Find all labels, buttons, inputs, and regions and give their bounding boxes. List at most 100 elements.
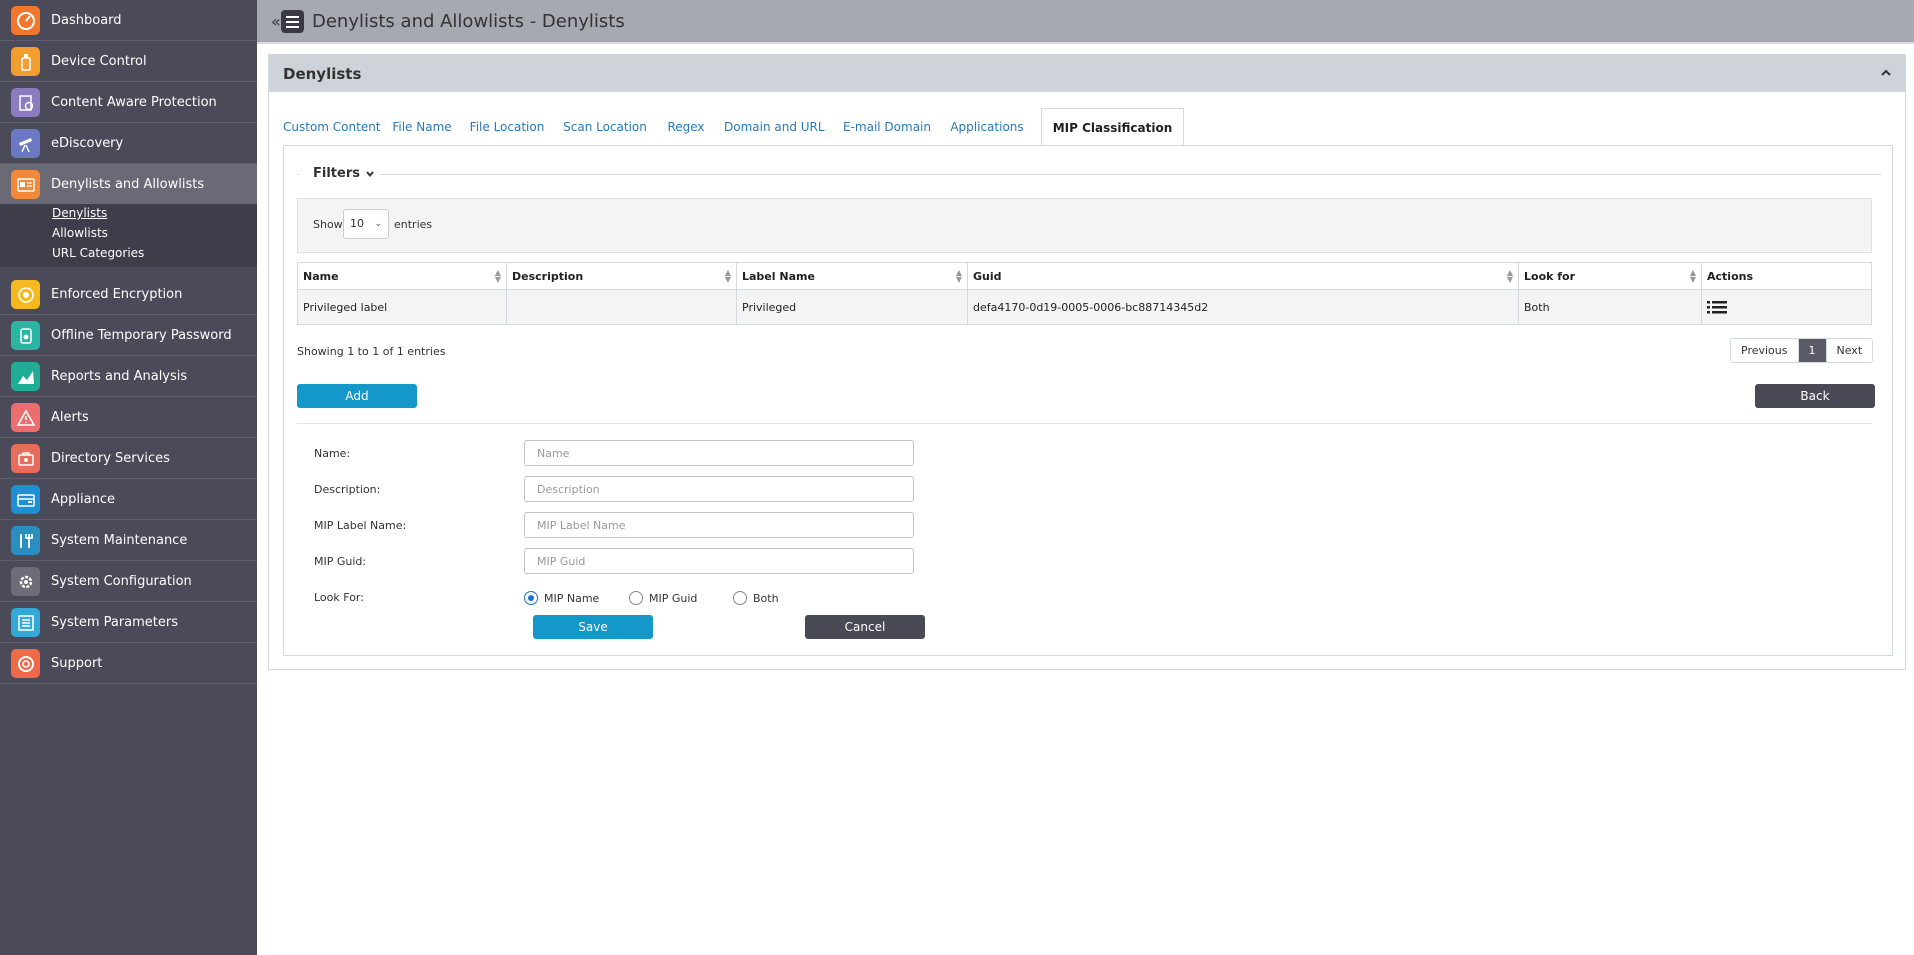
tab-applications[interactable]: Applications <box>950 108 1024 146</box>
sidebar-item-content-aware-protection[interactable]: Content Aware Protection <box>0 82 257 123</box>
usb-icon <box>11 47 40 76</box>
column-header-label-name[interactable]: Label Name ▲ ▼ <box>736 262 968 290</box>
page-title: Denylists and Allowlists - Denylists <box>312 11 625 32</box>
sort-icon: ▲ ▼ <box>955 268 962 284</box>
sidebar-item-ediscovery[interactable]: eDiscovery <box>0 123 257 164</box>
pagination-next[interactable]: Next <box>1826 339 1873 362</box>
sidebar-item-directory-services[interactable]: Directory Services <box>0 438 257 479</box>
mip-label-name-input[interactable] <box>524 512 914 538</box>
sort-icon: ▲ ▼ <box>1689 268 1696 284</box>
panel-header: Denylists <box>269 55 1905 92</box>
tab-email-domain[interactable]: E-mail Domain <box>841 108 933 146</box>
filters-toggle[interactable]: Filters <box>299 166 380 181</box>
sidebar-item-dashboard[interactable]: Dashboard <box>0 0 257 41</box>
radio-dot <box>524 591 538 605</box>
chevron-down-icon <box>365 170 374 177</box>
column-label: Look for <box>1524 269 1576 283</box>
table-header-row: Name ▲ ▼ Description ▲ ▼ Label Name ▲ ▼ Guid ▲ ▼… <box>297 262 1872 290</box>
page-header: « Denylists and Allowlists - Denylists <box>257 0 1914 44</box>
parameters-icon <box>11 608 40 637</box>
tab-file-location[interactable]: File Location <box>469 108 545 146</box>
pagination-page-1[interactable]: 1 <box>1798 339 1827 362</box>
sidebar-item-system-parameters[interactable]: System Parameters <box>0 602 257 643</box>
look-for-radio-both[interactable]: Both <box>733 591 779 605</box>
description-input[interactable] <box>524 476 914 502</box>
subnav-item-url-categories[interactable]: URL Categories <box>52 246 144 260</box>
actions-menu-icon[interactable] <box>1707 300 1727 314</box>
alert-icon <box>11 403 40 432</box>
sidebar-item-enforced-encryption[interactable]: Enforced Encryption <box>0 274 257 315</box>
collapse-sidebar-icon[interactable]: « <box>271 12 281 31</box>
menu-icon[interactable] <box>281 10 304 33</box>
look-for-radio-mip-guid[interactable]: MIP Guid <box>629 591 697 605</box>
cell-actions <box>1701 289 1872 325</box>
name-label: Name: <box>314 447 351 460</box>
mip-guid-label: MIP Guid: <box>314 555 367 568</box>
sidebar-item-offline-temporary-password[interactable]: Offline Temporary Password <box>0 315 257 356</box>
add-button[interactable]: Add <box>297 384 417 408</box>
form-divider <box>297 423 1872 424</box>
content-protection-icon <box>11 88 40 117</box>
sidebar-item-support[interactable]: Support <box>0 643 257 684</box>
cell-name: Privileged label <box>297 289 507 325</box>
back-button[interactable]: Back <box>1755 384 1875 408</box>
tab-regex[interactable]: Regex <box>665 108 707 146</box>
sort-icon: ▲ ▼ <box>494 268 501 284</box>
tab-file-name[interactable]: File Name <box>392 108 452 146</box>
sidebar-item-label: Dashboard <box>51 12 122 28</box>
sidebar-item-label: Support <box>51 655 103 671</box>
pagination-previous[interactable]: Previous <box>1731 339 1799 362</box>
column-label: Actions <box>1707 269 1753 283</box>
sidebar-item-label: Denylists and Allowlists <box>51 176 205 192</box>
show-label: Show <box>313 218 343 231</box>
sidebar-item-label: Content Aware Protection <box>51 94 217 110</box>
tab-domain-and-url[interactable]: Domain and URL <box>724 108 825 146</box>
filters-box: Show 10 ⌄ entries <box>297 198 1872 253</box>
column-label: Name <box>303 269 339 283</box>
sidebar-item-appliance[interactable]: Appliance <box>0 479 257 520</box>
radio-label: Both <box>753 591 779 605</box>
column-header-guid[interactable]: Guid ▲ ▼ <box>967 262 1519 290</box>
gear-icon <box>11 567 40 596</box>
cell-look-for: Both <box>1518 289 1702 325</box>
sidebar-item-system-configuration[interactable]: System Configuration <box>0 561 257 602</box>
tab-mip-classification[interactable]: MIP Classification <box>1041 108 1184 146</box>
cancel-button[interactable]: Cancel <box>805 615 925 639</box>
cell-description <box>506 289 737 325</box>
sidebar-item-label: Appliance <box>51 491 115 507</box>
password-icon <box>11 321 40 350</box>
sidebar-subnav: Denylists Allowlists URL Categories <box>0 204 257 267</box>
sidebar-item-alerts[interactable]: Alerts <box>0 397 257 438</box>
appliance-icon <box>11 485 40 514</box>
sort-icon: ▲ ▼ <box>1506 268 1513 284</box>
column-header-name[interactable]: Name ▲ ▼ <box>297 262 507 290</box>
sidebar-item-system-maintenance[interactable]: System Maintenance <box>0 520 257 561</box>
column-header-look-for[interactable]: Look for ▲ ▼ <box>1518 262 1702 290</box>
subnav-item-denylists[interactable]: Denylists <box>52 206 107 220</box>
sidebar-item-label: eDiscovery <box>51 135 124 151</box>
mip-guid-input[interactable] <box>524 548 914 574</box>
name-input[interactable] <box>524 440 914 466</box>
chevron-up-icon[interactable] <box>1879 66 1893 80</box>
look-for-radio-mip-name[interactable]: MIP Name <box>524 591 599 605</box>
lifebuoy-icon <box>11 649 40 678</box>
sidebar-item-label: Reports and Analysis <box>51 368 188 384</box>
page-size-select[interactable]: 10 ⌄ <box>343 209 389 239</box>
denylists-panel: Denylists Custom Content File Name File … <box>268 54 1906 670</box>
list-card-icon <box>11 170 40 199</box>
sidebar-item-denylists-allowlists[interactable]: Denylists and Allowlists <box>0 164 257 205</box>
save-button[interactable]: Save <box>533 615 653 639</box>
subnav-item-allowlists[interactable]: Allowlists <box>52 226 108 240</box>
table-row: Privileged label Privileged defa4170-0d1… <box>297 289 1872 325</box>
radio-dot <box>629 591 643 605</box>
column-label: Description <box>512 269 584 283</box>
column-header-description[interactable]: Description ▲ ▼ <box>506 262 737 290</box>
sidebar-item-reports-analysis[interactable]: Reports and Analysis <box>0 356 257 397</box>
sidebar-item-device-control[interactable]: Device Control <box>0 41 257 82</box>
tab-custom-content[interactable]: Custom Content <box>283 108 381 146</box>
sidebar-item-label: Alerts <box>51 409 89 425</box>
filters-divider <box>297 174 1881 175</box>
description-label: Description: <box>314 483 381 496</box>
sidebar-item-label: System Maintenance <box>51 532 188 548</box>
tab-scan-location[interactable]: Scan Location <box>562 108 648 146</box>
